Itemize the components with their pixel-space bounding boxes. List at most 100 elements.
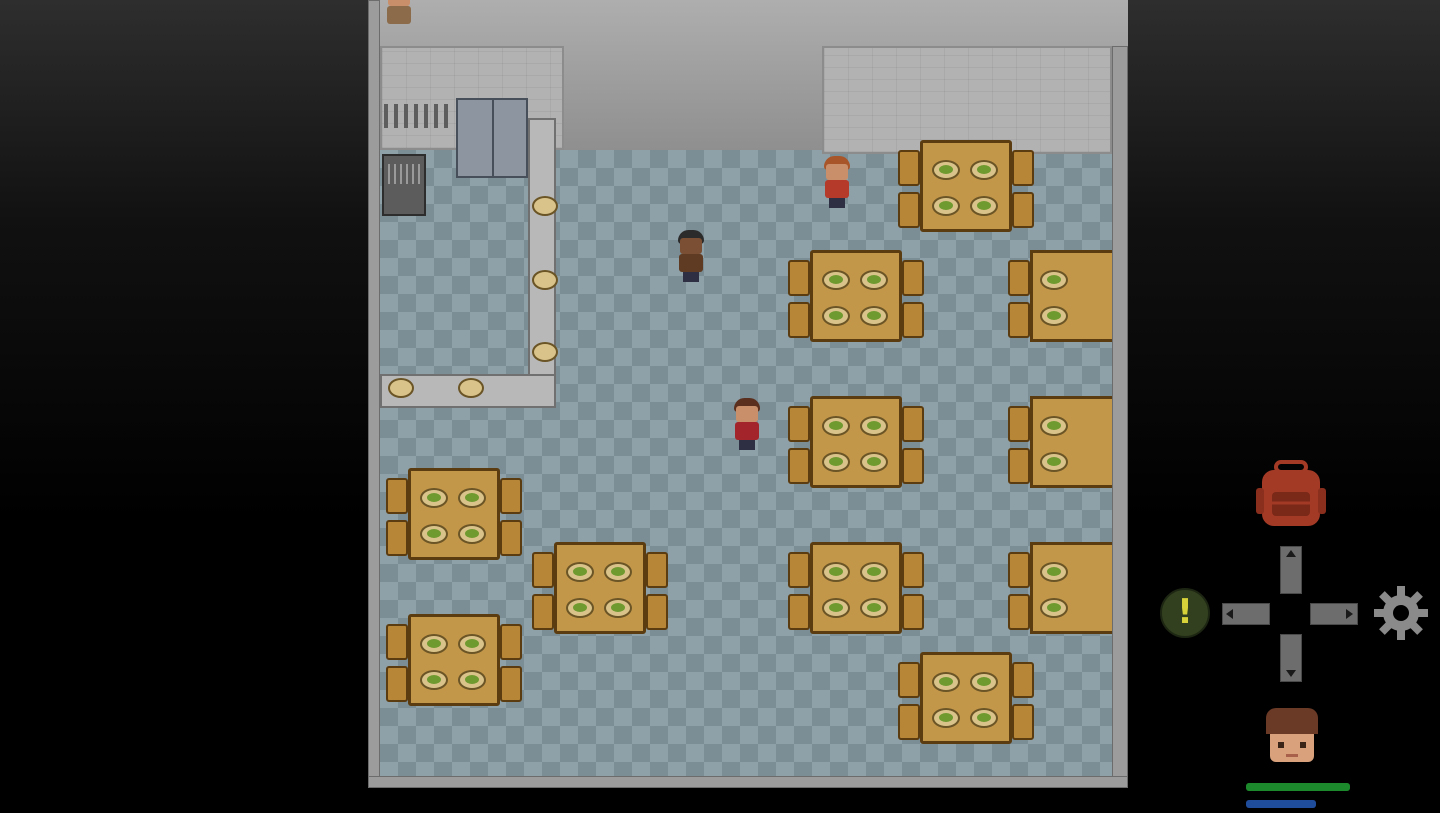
counter-dish[interactable] (388, 378, 414, 398)
chair (532, 552, 554, 588)
chair (788, 302, 810, 338)
chair (788, 406, 810, 442)
plate[interactable] (860, 416, 888, 436)
plate[interactable] (1040, 306, 1068, 326)
plate[interactable] (932, 160, 960, 180)
dining-table[interactable] (788, 386, 924, 496)
chair (500, 478, 522, 514)
chair (1008, 594, 1030, 630)
dining-table[interactable] (386, 604, 522, 714)
chair (902, 302, 924, 338)
table-top (408, 468, 500, 560)
chair (1008, 448, 1030, 484)
plate[interactable] (458, 488, 486, 508)
plate[interactable] (458, 670, 486, 690)
plate[interactable] (604, 562, 632, 582)
dining-table-partial[interactable] (1008, 240, 1112, 350)
counter-dish[interactable] (532, 342, 558, 362)
chair (500, 520, 522, 556)
plate[interactable] (932, 708, 960, 728)
npc-top-left[interactable] (382, 0, 416, 34)
table-top (920, 652, 1012, 744)
plate[interactable] (860, 306, 888, 326)
refrigerator[interactable] (456, 98, 528, 178)
counter-dish[interactable] (532, 196, 558, 216)
plate[interactable] (420, 488, 448, 508)
chair (532, 594, 554, 630)
dining-table-partial[interactable] (1008, 532, 1112, 642)
chair (898, 704, 920, 740)
body (825, 180, 849, 198)
counter-dish[interactable] (458, 378, 484, 398)
dining-table[interactable] (898, 130, 1034, 240)
chair (1008, 302, 1030, 338)
plate[interactable] (822, 562, 850, 582)
plate[interactable] (604, 598, 632, 618)
table-top (554, 542, 646, 634)
face (826, 164, 848, 180)
plate[interactable] (1040, 562, 1068, 582)
plate[interactable] (860, 598, 888, 618)
plate[interactable] (420, 524, 448, 544)
plate[interactable] (1040, 416, 1068, 436)
player-character[interactable] (730, 398, 764, 450)
dpad[interactable] (1222, 546, 1358, 682)
game-map[interactable] (368, 0, 1128, 788)
dining-table[interactable] (788, 240, 924, 350)
chair (646, 594, 668, 630)
dining-table[interactable] (532, 532, 668, 642)
plate[interactable] (860, 562, 888, 582)
chair (1008, 552, 1030, 588)
plate[interactable] (932, 196, 960, 216)
bottom-wall-edge (368, 776, 1128, 788)
stove[interactable] (382, 154, 426, 216)
plate[interactable] (1040, 270, 1068, 290)
plate[interactable] (822, 598, 850, 618)
arrow-up-icon (1286, 550, 1296, 557)
dining-table[interactable] (898, 642, 1034, 752)
arrow-right-icon (1346, 609, 1353, 619)
plate[interactable] (566, 562, 594, 582)
plate[interactable] (822, 416, 850, 436)
settings-button[interactable] (1372, 584, 1430, 642)
plate[interactable] (822, 270, 850, 290)
plate[interactable] (420, 634, 448, 654)
plate[interactable] (970, 672, 998, 692)
table-top (1030, 396, 1112, 488)
plate[interactable] (458, 634, 486, 654)
plate[interactable] (1040, 598, 1068, 618)
chair (1012, 192, 1034, 228)
face (736, 406, 758, 422)
plate[interactable] (458, 524, 486, 544)
chair (1012, 662, 1034, 698)
plate[interactable] (420, 670, 448, 690)
serving-counter-vertical (528, 118, 556, 408)
plate[interactable] (822, 306, 850, 326)
backpack-button[interactable] (1254, 460, 1328, 528)
alert-button[interactable]: ! (1160, 588, 1210, 638)
plate[interactable] (566, 598, 594, 618)
table-top (810, 250, 902, 342)
counter-dish[interactable] (532, 270, 558, 290)
chair (386, 520, 408, 556)
plate[interactable] (822, 452, 850, 472)
plate[interactable] (970, 196, 998, 216)
chair (1012, 704, 1034, 740)
dining-table[interactable] (386, 458, 522, 568)
chair (646, 552, 668, 588)
npc-red-hair[interactable] (820, 156, 854, 208)
plate[interactable] (932, 672, 960, 692)
hanging-utensils (384, 104, 454, 128)
plate[interactable] (970, 160, 998, 180)
plate[interactable] (970, 708, 998, 728)
npc-dark-hair[interactable] (674, 230, 708, 282)
dining-table-partial[interactable] (1008, 386, 1112, 496)
plate[interactable] (860, 270, 888, 290)
chair (788, 594, 810, 630)
plate[interactable] (1040, 452, 1068, 472)
chair (386, 624, 408, 660)
alert-icon: ! (1177, 592, 1193, 632)
body (735, 422, 759, 440)
plate[interactable] (860, 452, 888, 472)
dining-table[interactable] (788, 532, 924, 642)
